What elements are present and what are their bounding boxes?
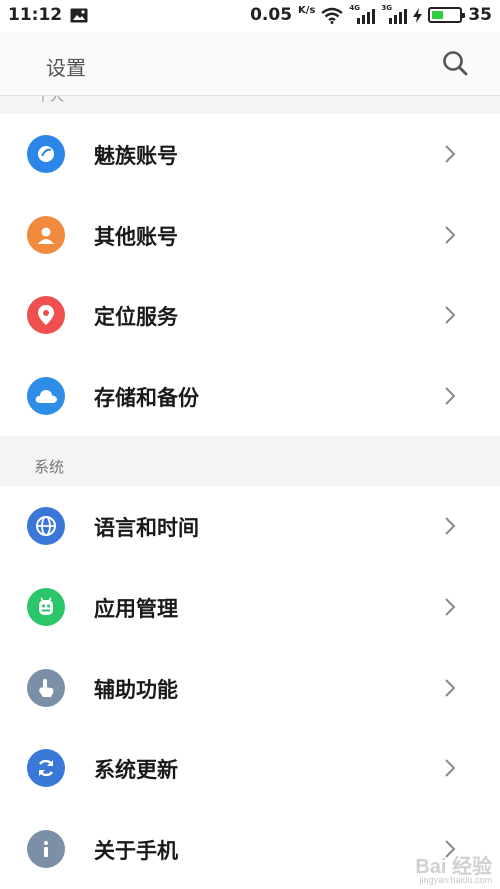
chevron-right-icon xyxy=(445,517,456,535)
row-label: 定位服务 xyxy=(94,305,178,329)
row-language-time[interactable]: 语言和时间 xyxy=(0,486,500,566)
row-app-management[interactable]: 应用管理 xyxy=(0,567,500,647)
baidu-watermark: Bai 经验 jingyan.baidu.com xyxy=(415,850,492,885)
row-accessibility[interactable]: 辅助功能 xyxy=(0,648,500,728)
person-icon xyxy=(27,216,65,254)
android-icon xyxy=(27,588,65,626)
chevron-right-icon xyxy=(445,598,456,616)
sim2-signal-icon: 3G xyxy=(381,4,408,24)
status-time: 11:12 xyxy=(8,5,63,25)
chevron-right-icon xyxy=(445,306,456,324)
section-header-system: 系统 xyxy=(0,436,500,487)
chevron-right-icon xyxy=(445,226,456,244)
row-label: 关于手机 xyxy=(94,839,178,863)
app-header: 设置 xyxy=(0,32,500,96)
chevron-right-icon xyxy=(445,387,456,405)
image-notification-icon xyxy=(70,8,88,23)
sim1-signal-icon: 4G xyxy=(349,4,376,24)
chevron-right-icon xyxy=(445,759,456,777)
row-label: 应用管理 xyxy=(94,597,178,621)
flyme-account-icon xyxy=(27,135,65,173)
watermark-url: jingyan.baidu.com xyxy=(419,875,492,885)
cloud-icon xyxy=(27,377,65,415)
network-speed: 0.05 K/s xyxy=(250,5,315,25)
wifi-icon xyxy=(321,7,344,24)
search-icon[interactable] xyxy=(442,50,468,76)
row-label: 存储和备份 xyxy=(94,386,199,410)
section-label-personal: 个人 xyxy=(36,96,64,105)
battery-level: 35 xyxy=(468,5,492,25)
page-title: 设置 xyxy=(46,56,86,80)
row-other-accounts[interactable]: 其他账号 xyxy=(0,195,500,275)
location-pin-icon xyxy=(27,296,65,334)
hand-pointer-icon xyxy=(27,669,65,707)
network-speed-unit: K/s xyxy=(297,5,316,16)
status-bar: 11:12 0.05 K/s 4G 3G 35 xyxy=(0,0,500,32)
refresh-icon xyxy=(27,749,65,787)
row-system-update[interactable]: 系统更新 xyxy=(0,728,500,808)
row-label: 魅族账号 xyxy=(94,144,178,168)
section-header-personal: 个人 xyxy=(0,96,500,114)
row-location-services[interactable]: 定位服务 xyxy=(0,275,500,355)
row-label: 语言和时间 xyxy=(94,516,199,540)
row-storage-backup[interactable]: 存储和备份 xyxy=(0,356,500,436)
network-speed-value: 0.05 xyxy=(250,5,293,25)
battery-icon xyxy=(428,7,466,23)
section-label-system: 系统 xyxy=(34,458,65,476)
globe-icon xyxy=(27,507,65,545)
chevron-right-icon xyxy=(445,145,456,163)
row-label: 其他账号 xyxy=(94,225,178,249)
row-label: 辅助功能 xyxy=(94,678,178,702)
info-icon xyxy=(27,830,65,868)
chevron-right-icon xyxy=(445,679,456,697)
charging-bolt-icon xyxy=(413,7,423,23)
row-label: 系统更新 xyxy=(94,758,178,782)
row-flyme-account[interactable]: 魅族账号 xyxy=(0,114,500,194)
